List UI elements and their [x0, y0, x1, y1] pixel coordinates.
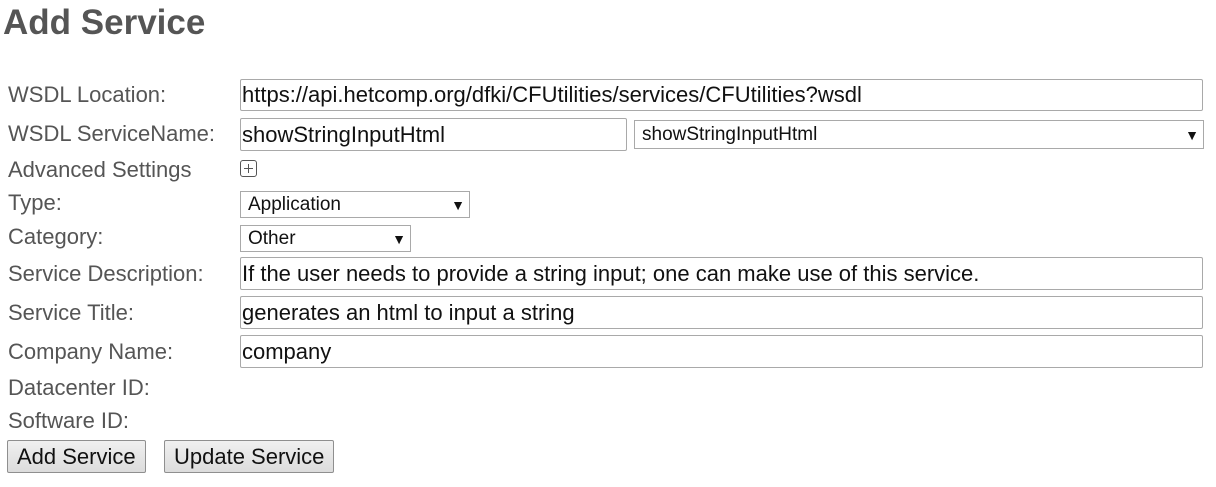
company-name-label: Company Name: [8, 339, 174, 364]
service-title-label: Service Title: [8, 300, 134, 325]
datacenter-id-label: Datacenter ID: [8, 375, 150, 400]
update-service-button[interactable]: Update Service [164, 440, 335, 473]
advanced-settings-label: Advanced Settings [8, 157, 192, 182]
type-select-value: Application [248, 193, 341, 215]
category-label: Category: [8, 224, 104, 249]
company-name-input[interactable] [240, 335, 1203, 368]
type-label: Type: [8, 190, 62, 215]
add-service-button[interactable]: Add Service [7, 440, 146, 473]
chevron-down-icon: ▼ [451, 196, 465, 213]
wsdl-location-input[interactable] [240, 79, 1203, 111]
wsdl-service-name-select-value: showStringInputHtml [642, 123, 818, 145]
wsdl-location-label: WSDL Location: [8, 82, 167, 107]
service-title-input[interactable] [240, 296, 1203, 329]
plus-square-icon[interactable] [240, 160, 257, 177]
type-select[interactable]: Application ▼ [240, 191, 470, 218]
software-id-label: Software ID: [8, 408, 130, 433]
chevron-down-icon: ▼ [1185, 126, 1199, 143]
service-description-label: Service Description: [8, 261, 204, 286]
page-title: Add Service [3, 3, 206, 42]
category-select-value: Other [248, 227, 296, 249]
wsdl-service-name-label: WSDL ServiceName: [8, 121, 216, 146]
category-select[interactable]: Other ▼ [240, 225, 411, 252]
service-description-input[interactable] [240, 257, 1203, 290]
wsdl-service-name-select[interactable]: showStringInputHtml ▼ [634, 120, 1204, 149]
chevron-down-icon: ▼ [392, 230, 406, 247]
wsdl-service-name-input[interactable] [240, 118, 627, 151]
